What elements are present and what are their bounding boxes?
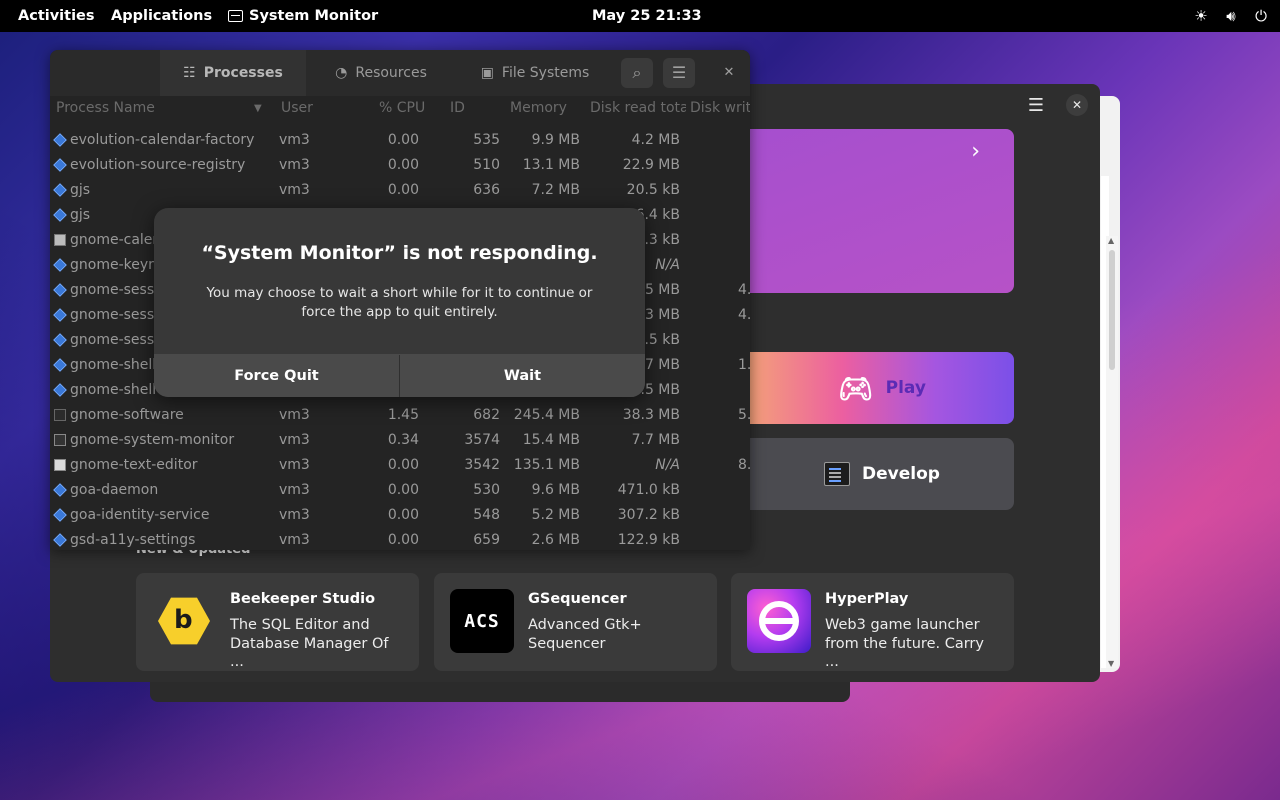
process-icon [53, 483, 67, 497]
table-row[interactable]: gnome-text-editor vm3 0.00 3542 135.1 MB… [50, 453, 750, 478]
dialog-message: You may choose to wait a short while for… [206, 285, 593, 320]
process-icon [53, 533, 67, 547]
volume-icon[interactable]: 🔊︎ [1222, 7, 1240, 25]
process-icon [53, 158, 67, 172]
process-icon [53, 183, 67, 197]
dialog-buttons: Force Quit Wait [154, 354, 645, 397]
app-card-gsequencer[interactable]: ACS GSequencer Advanced Gtk+ Sequencer [434, 573, 717, 671]
brightness-icon[interactable]: ☀ [1192, 7, 1210, 25]
column-header-user[interactable]: User [281, 100, 313, 116]
search-icon[interactable]: ⌕ [621, 58, 653, 88]
terminal-icon [824, 462, 851, 486]
system-monitor-icon [228, 10, 243, 22]
app-menu[interactable]: System Monitor [228, 0, 378, 32]
hyperplay-logo-icon [747, 589, 811, 653]
dialog-title: “System Monitor” is not responding. [201, 242, 598, 264]
column-header-id[interactable]: ID [450, 100, 465, 116]
featured-banner[interactable]: › [750, 129, 1014, 293]
text-editor-scrollbar[interactable]: ▲ ▼ [1106, 236, 1118, 668]
scrollbar-thumb[interactable] [1109, 250, 1115, 370]
process-icon [53, 358, 67, 372]
process-icon [53, 283, 67, 297]
beekeeper-logo-icon: b [152, 589, 216, 653]
tab-file-systems[interactable]: ▣ File Systems [460, 50, 610, 96]
tab-label: File Systems [501, 65, 590, 81]
table-row[interactable]: evolution-source-registry vm3 0.00 510 1… [50, 153, 750, 178]
menu-icon[interactable]: ☰ [663, 58, 695, 88]
clock[interactable]: May 25 21:33 [592, 0, 702, 32]
header-bar: ☷ Processes ◔ Resources ▣ File Systems ⌕… [50, 50, 750, 96]
system-tray[interactable]: ☀ 🔊︎ ⏻ [1192, 0, 1270, 32]
tab-processes[interactable]: ☷ Processes [160, 50, 306, 96]
process-icon [53, 258, 67, 272]
gsequencer-logo-icon: ACS [450, 589, 514, 653]
process-icon [53, 333, 67, 347]
app-name: GSequencer [528, 591, 627, 607]
table-row[interactable]: gjs vm3 0.00 636 7.2 MB 20.5 kB [50, 178, 750, 203]
gamepad-icon: 🎮︎ [838, 371, 874, 405]
table-row[interactable]: goa-daemon vm3 0.00 530 9.6 MB 471.0 kB [50, 478, 750, 503]
table-row[interactable]: goa-identity-service vm3 0.00 548 5.2 MB… [50, 503, 750, 528]
column-header-memory[interactable]: Memory [510, 100, 567, 116]
process-icon [53, 133, 67, 147]
list-icon: ☷ [183, 65, 196, 81]
column-header-disk-write[interactable]: Disk writ [690, 100, 750, 116]
scroll-down-icon[interactable]: ▼ [1108, 659, 1114, 668]
category-develop-label: Develop [862, 464, 940, 484]
process-icon [54, 409, 66, 421]
process-icon [54, 434, 66, 446]
menu-icon[interactable]: ☰ [1022, 94, 1050, 118]
force-quit-button[interactable]: Force Quit [154, 355, 399, 397]
not-responding-dialog: “System Monitor” is not responding. You … [154, 208, 645, 397]
column-headers: Process Name ▼ User % CPU ID Memory Disk… [50, 96, 750, 122]
tab-label: Resources [355, 65, 427, 81]
table-row[interactable]: gnome-software vm3 1.45 682 245.4 MB 38.… [50, 403, 750, 428]
close-icon[interactable]: ✕ [718, 62, 740, 84]
process-icon [54, 234, 66, 246]
tab-label: Processes [203, 65, 283, 81]
app-name: Beekeeper Studio [230, 591, 376, 607]
column-header-disk-read[interactable]: Disk read tota [590, 100, 686, 116]
applications-menu[interactable]: Applications [111, 0, 212, 32]
process-icon [53, 308, 67, 322]
app-name: HyperPlay [825, 591, 909, 607]
app-card-hyperplay[interactable]: HyperPlay Web3 game launcher from the fu… [731, 573, 1014, 671]
category-develop[interactable]: Develop [750, 438, 1014, 510]
category-play[interactable]: 🎮︎ Play [750, 352, 1014, 424]
activities-button[interactable]: Activities [18, 0, 95, 32]
app-menu-label: System Monitor [249, 8, 379, 24]
column-header-cpu[interactable]: % CPU [379, 100, 425, 116]
tab-resources[interactable]: ◔ Resources [308, 50, 454, 96]
disk-icon: ▣ [480, 65, 494, 81]
category-play-label: Play [885, 378, 926, 398]
power-icon[interactable]: ⏻ [1252, 7, 1270, 25]
table-row[interactable]: gnome-system-monitor vm3 0.34 3574 15.4 … [50, 428, 750, 453]
app-description: Advanced Gtk+ Sequencer [528, 617, 642, 652]
wait-button[interactable]: Wait [399, 355, 645, 397]
sort-descending-icon[interactable]: ▼ [254, 103, 262, 114]
close-icon[interactable]: ✕ [1066, 94, 1088, 116]
chevron-right-icon[interactable]: › [971, 139, 980, 164]
scroll-up-icon[interactable]: ▲ [1108, 236, 1114, 245]
app-description: Web3 game launcher from the future. Carr… [825, 617, 984, 670]
process-icon [53, 508, 67, 522]
process-icon [53, 383, 67, 397]
app-card-beekeeper[interactable]: b Beekeeper Studio The SQL Editor and Da… [136, 573, 419, 671]
process-icon [54, 459, 66, 471]
gauge-icon: ◔ [335, 65, 348, 81]
column-header-process-name[interactable]: Process Name [56, 100, 155, 116]
app-description: The SQL Editor and Database Manager Of .… [230, 617, 389, 670]
process-icon [53, 208, 67, 222]
table-row[interactable]: evolution-calendar-factory vm3 0.00 535 … [50, 128, 750, 153]
top-bar: Activities Applications System Monitor M… [0, 0, 1280, 32]
table-row[interactable]: gsd-a11y-settings vm3 0.00 659 2.6 MB 12… [50, 528, 750, 550]
